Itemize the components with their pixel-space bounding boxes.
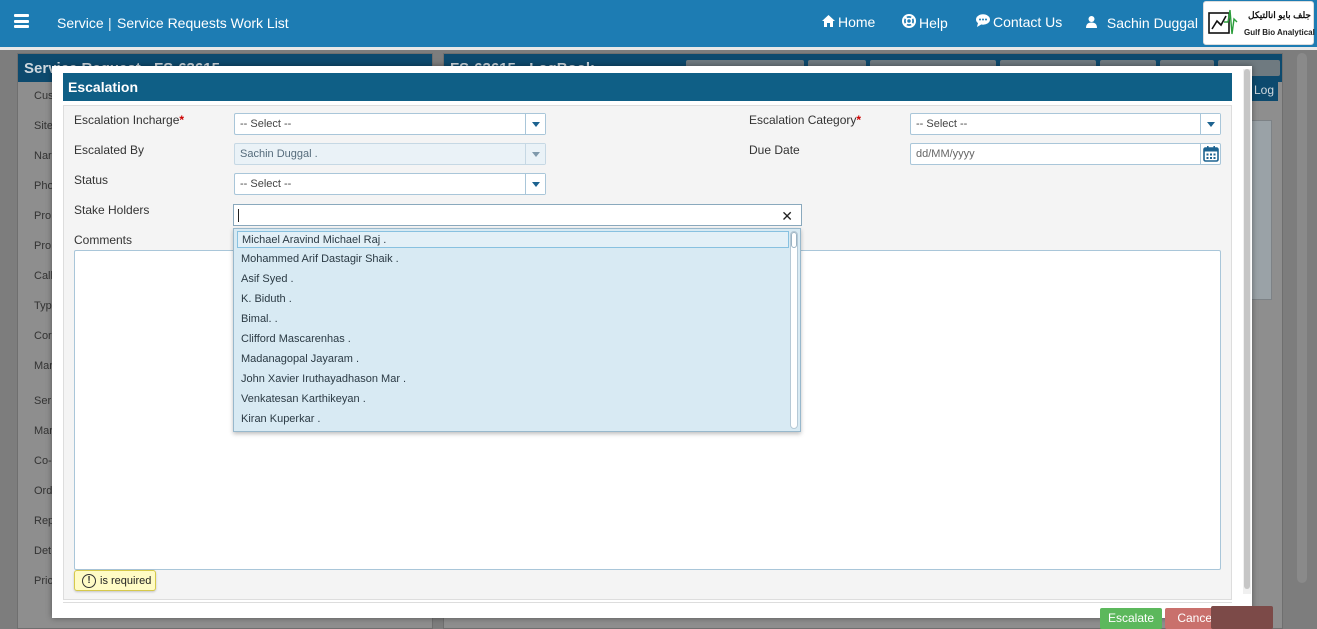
user-icon — [1086, 16, 1097, 28]
required-mark: * — [179, 113, 185, 127]
page-scrollbar[interactable] — [1297, 53, 1307, 583]
stake-holder-option[interactable]: Venkatesan Karthikeyan . — [237, 391, 789, 408]
stake-holders-dropdown: Michael Aravind Michael Raj . Mohammed A… — [233, 228, 801, 432]
comments-label: Comments — [74, 233, 133, 247]
stake-holder-option[interactable]: Bimal. . — [237, 311, 789, 328]
help-link[interactable]: Help — [902, 14, 948, 31]
escalation-category-value: -- Select -- — [916, 118, 968, 130]
text-caret — [238, 209, 239, 222]
stake-holder-option[interactable]: John Xavier Iruthayadhason Mar . — [237, 371, 789, 388]
dropdown-scrollbar[interactable] — [790, 231, 798, 429]
lifebuoy-icon — [902, 14, 916, 28]
stake-holders-input[interactable]: ✕ — [233, 204, 802, 226]
bg-label: Cus — [34, 90, 54, 102]
company-logo: جلف بايو انالتيكل Gulf Bio Analytical — [1203, 1, 1315, 45]
chat-bubble-icon — [976, 14, 990, 27]
bg-label: Pro — [34, 240, 52, 252]
breadcrumb-separator: | — [108, 15, 112, 31]
calendar-icon[interactable] — [1200, 144, 1220, 164]
bg-label: Typ — [34, 300, 52, 312]
due-date-input[interactable]: dd/MM/yyyy — [910, 143, 1221, 165]
user-menu[interactable]: Sachin Duggal — [1086, 15, 1198, 31]
due-date-placeholder: dd/MM/yyyy — [916, 148, 975, 160]
bg-label: Mar — [34, 425, 53, 437]
bg-label: Mar — [34, 360, 53, 372]
bg-label: Site — [34, 120, 53, 132]
breadcrumb-module[interactable]: Service — [57, 15, 104, 31]
navbar-divider — [0, 47, 1317, 50]
bg-button — [1211, 606, 1273, 629]
status-select[interactable]: -- Select -- — [234, 173, 546, 195]
bg-side-box — [1250, 120, 1272, 300]
stake-holder-option[interactable]: Asif Syed . — [237, 271, 789, 288]
home-icon — [822, 15, 835, 27]
required-mark: * — [856, 113, 862, 127]
menu-icon[interactable] — [14, 14, 29, 28]
escalation-category-select[interactable]: -- Select -- — [910, 113, 1221, 135]
log-button: Log — [1251, 80, 1278, 101]
due-date-label: Due Date — [749, 143, 800, 157]
bg-label: Ser — [34, 395, 52, 407]
validation-message: is required — [100, 575, 152, 587]
bg-label: Det — [34, 545, 52, 557]
stake-holder-option[interactable]: Michael Aravind Michael Raj . — [237, 231, 789, 248]
dialog-scrollbar[interactable] — [1243, 69, 1251, 594]
escalation-incharge-value: -- Select -- — [240, 118, 292, 130]
bg-label: Pro — [34, 210, 52, 222]
logo-arabic-text: جلف بايو انالتيكل — [1248, 10, 1311, 20]
escalation-incharge-label: Escalation Incharge* — [74, 113, 185, 127]
dropdown-scrollbar-thumb[interactable] — [791, 232, 797, 248]
validation-tooltip: ! is required — [74, 570, 156, 591]
exclamation-icon: ! — [82, 574, 96, 588]
bg-label: Co- — [34, 455, 52, 467]
status-value: -- Select -- — [240, 178, 292, 190]
bg-label: Cor — [34, 330, 52, 342]
stake-holder-option[interactable]: Kiran Kuperkar . — [237, 411, 789, 428]
bg-label: Pho — [34, 180, 54, 192]
stake-holder-option[interactable]: Madanagopal Jayaram . — [237, 351, 789, 368]
escalated-by-value: Sachin Duggal . — [240, 148, 318, 160]
dialog-scrollbar-thumb[interactable] — [1244, 69, 1250, 589]
breadcrumb-page: Service Requests Work List — [117, 15, 289, 31]
escalation-incharge-select[interactable]: -- Select -- — [234, 113, 546, 135]
stake-holder-option[interactable]: Clifford Mascarenhas . — [237, 331, 789, 348]
stake-holder-option[interactable]: K. Biduth . — [237, 291, 789, 308]
logo-mark-icon — [1208, 9, 1238, 35]
escalated-by-select: Sachin Duggal . — [234, 143, 546, 165]
chevron-down-icon — [525, 144, 545, 164]
bg-label: Call — [34, 270, 53, 282]
escalated-by-label: Escalated By — [74, 143, 145, 157]
escalation-category-label: Escalation Category* — [749, 113, 862, 127]
stake-holder-option[interactable]: Mohammed Arif Dastagir Shaik . — [237, 251, 789, 268]
dialog-title: Escalation — [63, 73, 1232, 101]
contact-us-link[interactable]: Contact Us — [976, 14, 1062, 30]
home-link[interactable]: Home — [822, 14, 875, 30]
chevron-down-icon[interactable] — [1200, 114, 1220, 134]
chevron-down-icon[interactable] — [525, 174, 545, 194]
close-icon[interactable]: ✕ — [781, 208, 793, 225]
chevron-down-icon[interactable] — [525, 114, 545, 134]
dialog-footer-divider — [63, 602, 1232, 603]
bg-label: Pric — [34, 575, 53, 587]
bg-label: Nar — [34, 150, 52, 162]
bg-label: Ord — [34, 485, 53, 497]
escalate-button[interactable]: Escalate — [1100, 608, 1162, 629]
logo-english-text: Gulf Bio Analytical — [1244, 28, 1315, 37]
top-navbar: Service | Service Requests Work List Hom… — [0, 0, 1317, 47]
stake-holders-label: Stake Holders — [74, 203, 150, 217]
status-label: Status — [74, 173, 109, 187]
